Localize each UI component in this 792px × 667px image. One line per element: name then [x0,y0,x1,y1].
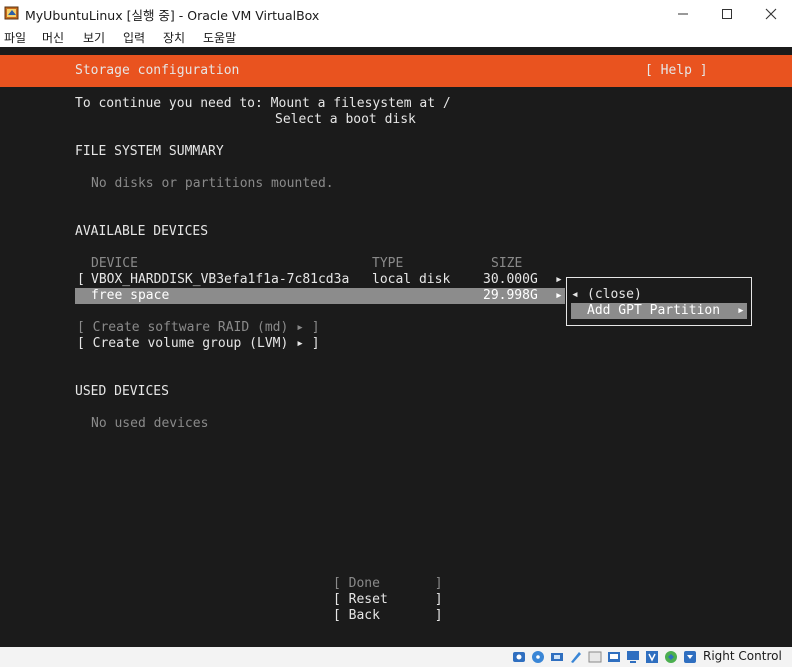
disk-size: 30.000G [483,272,538,287]
column-size: SIZE [491,256,523,271]
vbox-statusbar: Right Control [0,647,792,667]
used-devices-empty: No used devices [91,416,209,431]
maximize-icon [722,8,732,19]
reset-button[interactable]: [ Reset ] [333,592,443,608]
popup-close-item[interactable]: (close) [587,287,642,303]
maximize-button[interactable] [704,0,750,27]
menu-view[interactable]: 보기 [83,29,105,46]
disk-row-arrow-icon: ▸ [555,272,563,287]
create-lvm-button[interactable]: [ Create volume group (LVM) ▸ ] [77,336,320,352]
menu-devices[interactable]: 장치 [163,29,185,46]
audio-icon[interactable] [550,650,564,664]
popup-close-arrow-icon: ◂ [571,287,579,302]
optical-drive-icon[interactable] [531,650,545,664]
popup-add-gpt-arrow-icon: ▸ [737,303,745,318]
vm-screen[interactable]: Storage configuration [ Help ] To contin… [0,47,792,647]
help-button[interactable]: [ Help ] [645,63,708,79]
minimize-icon [678,13,688,14]
recording-icon[interactable] [645,650,659,664]
usb-icon[interactable] [588,650,602,664]
available-devices-heading: AVAILABLE DEVICES [75,224,209,239]
fs-summary-empty: No disks or partitions mounted. [91,176,334,191]
done-button[interactable]: [ Done ] [333,576,443,592]
disk-device-name: VBOX_HARDDISK_VB3efa1f1a-7c81cd3a [91,272,350,287]
host-key-label: Right Control [703,649,782,663]
used-devices-heading: USED DEVICES [75,384,169,399]
fs-summary-heading: FILE SYSTEM SUMMARY [75,144,224,159]
close-button[interactable] [748,0,792,27]
intro-line: To continue you need to: Mount a filesys… [75,96,451,111]
window-titlebar: MyUbuntuLinux [실행 중] - Oracle VM Virtual… [0,0,792,27]
menu-input[interactable]: 입력 [123,29,145,46]
window-title: MyUbuntuLinux [실행 중] - Oracle VM Virtual… [25,8,320,23]
minimize-button[interactable] [660,0,706,27]
network-icon[interactable] [569,650,583,664]
free-space-label: free space [91,288,170,303]
menu-file[interactable]: 파일 [4,29,26,46]
intro-line-2: Select a boot disk [275,112,416,127]
shared-folders-icon[interactable] [607,650,621,664]
hard-disk-icon[interactable] [512,650,526,664]
menu-help[interactable]: 도움말 [203,29,236,46]
popup-add-gpt-label: Add GPT Partition [587,303,721,318]
column-type: TYPE [372,256,404,271]
disk-type: local disk [372,272,451,287]
display-icon[interactable] [626,650,640,664]
free-space-arrow-icon: ▸ [555,288,563,303]
create-raid-button[interactable]: [ Create software RAID (md) ▸ ] [77,320,320,336]
page-title: Storage configuration [75,63,240,78]
vbox-menubar: 파일 머신 보기 입력 장치 도움말 [0,27,792,47]
free-space-size: 29.998G [483,288,538,303]
disk-row-bracket: [ [77,272,85,287]
cpu-activity-icon[interactable] [664,650,678,664]
menu-machine[interactable]: 머신 [42,29,64,46]
close-icon [765,8,777,19]
column-device: DEVICE [91,256,138,271]
virtualbox-app-icon [4,6,19,20]
back-button[interactable]: [ Back ] [333,608,443,624]
mouse-integration-icon[interactable] [683,650,697,664]
